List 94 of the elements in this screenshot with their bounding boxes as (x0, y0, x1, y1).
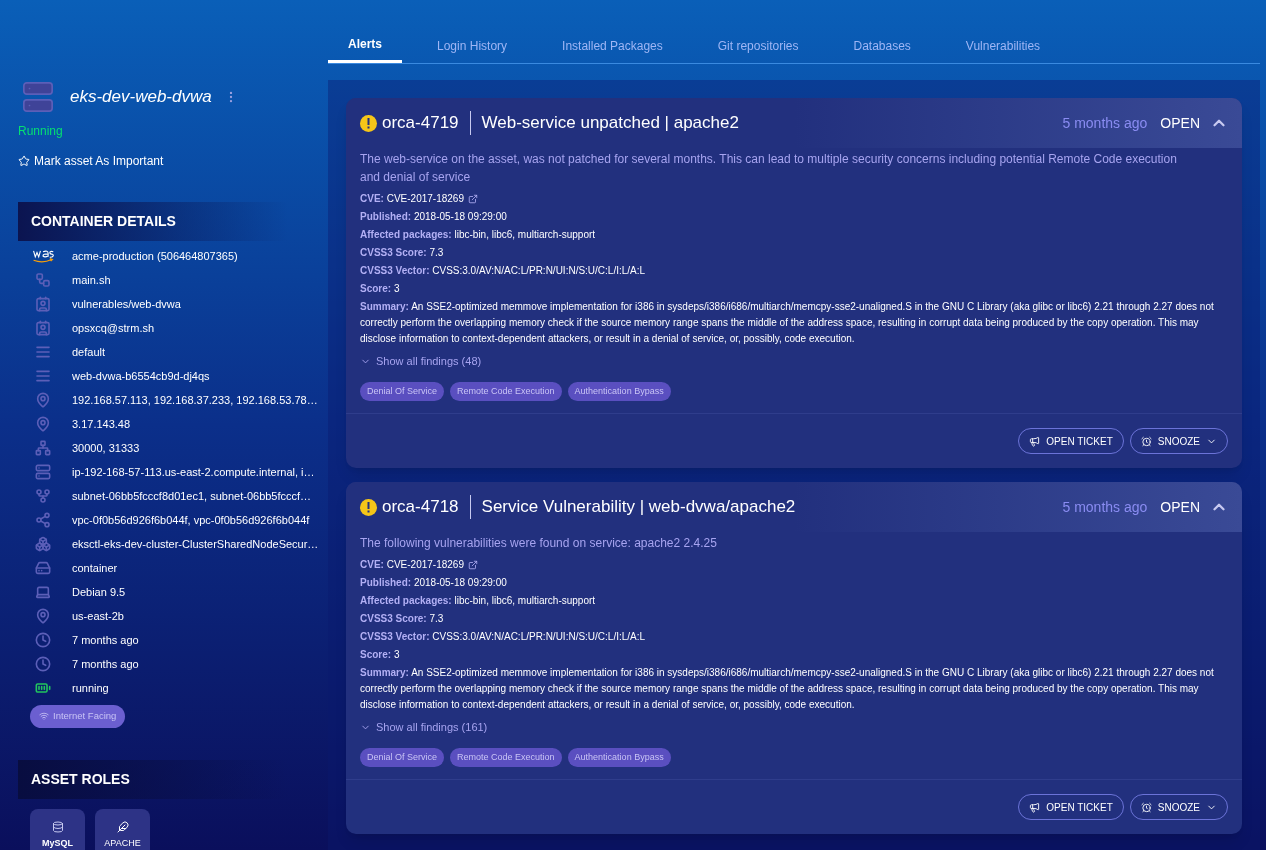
category-tag: Remote Code Execution (450, 381, 562, 401)
show-findings-button[interactable]: Show all findings (48) (360, 353, 482, 370)
alert-time: 5 months ago (1062, 113, 1148, 133)
mark-important-button[interactable]: Mark asset As Important (18, 152, 164, 170)
tab[interactable]: Alerts (328, 28, 402, 63)
tab[interactable]: Vulnerabilities (945, 28, 1061, 63)
database-icon (51, 821, 64, 834)
alert-field: Summary: An SSE2-optimized memmove implementation for i386 in sysdeps/i386/i686/multiarch/memcpy-sse2-unaligned.S in the GNU C Library (aka glibc or libc6) 2.21 through 2.27 does not correctly perform the overlapping memory check if the source memory range spans the middle of the address space, resulting in corrupt data being produced by the copy operation. This may disclose information to context-dependent attackers, or result in a denial of service, or, possibly, code execution. (360, 299, 1228, 347)
alert-field: CVSS3 Vector: CVSS:3.0/AV:N/AC:L/PR:N/UI:N/S:U/C:L/I:L/A:L (360, 629, 646, 645)
wifi-icon (39, 711, 49, 722)
external-link-icon[interactable] (467, 194, 478, 204)
boxes-icon (35, 536, 51, 553)
tab[interactable]: Git repositories (697, 28, 819, 63)
detail-value: opsxcq@strm.sh (72, 321, 155, 336)
megaphone-icon (1029, 435, 1041, 447)
warning-icon (360, 498, 377, 516)
alert-state: OPEN (1160, 113, 1200, 133)
internet-facing-tag: Internet Facing (30, 705, 126, 728)
workflow-icon (35, 272, 51, 289)
feather-icon (116, 821, 129, 834)
detail-value: container (72, 560, 118, 576)
map-pin-icon (35, 392, 51, 409)
alert-state: OPEN (1160, 497, 1200, 517)
contact-card-icon (35, 296, 51, 313)
tab[interactable]: Login History (417, 28, 528, 63)
category-tag: Authentication Bypass (567, 381, 671, 401)
detail-value: web-dvwa-b6554cb9d-dj4qs (72, 368, 210, 384)
clock-icon (35, 656, 51, 673)
detail-value: vpc-0f0b56d926f6b044f, vpc-0f0b56d926f6b044f (72, 512, 310, 528)
alert-field: CVSS3 Vector: CVSS:3.0/AV:N/AC:L/PR:N/UI:N/S:U/C:L/I:L/A:L (360, 263, 646, 279)
alert-field: CVSS3 Score: 7.3 (360, 611, 444, 627)
detail-value: vulnerables/web-dvwa (72, 297, 181, 312)
alert-field: CVE: CVE-2017-18269 (360, 557, 464, 573)
role-tile[interactable]: APACHE (95, 808, 150, 850)
alert-id: orca-4718 (382, 496, 459, 519)
detail-value: 7 months ago (72, 656, 139, 672)
detail-value: ip-192-168-57-113.us-east-2.compute.internal, i… (72, 464, 315, 480)
detail-value: 192.168.57.113, 192.168.37.233, 192.168.53.78… (72, 392, 318, 408)
show-findings-button[interactable]: Show all findings (161) (360, 719, 488, 736)
share-icon (35, 512, 51, 529)
server-icon (35, 464, 51, 481)
drive-icon (35, 560, 51, 577)
alert-title: Service Vulnerability | web-dvwa/apache2 (481, 496, 796, 519)
alert-field: Score: 3 (360, 647, 400, 663)
detail-value: 30000, 31333 (72, 440, 140, 456)
role-label: MySQL (42, 837, 73, 850)
branch-icon (35, 488, 51, 505)
star-icon (18, 155, 30, 167)
map-pin-icon (35, 416, 51, 433)
contact-card-icon (35, 320, 51, 337)
category-tag: Denial Of Service (360, 381, 445, 401)
detail-value: default (72, 345, 106, 360)
laptop-icon (35, 584, 51, 601)
detail-value: Debian 9.5 (72, 584, 126, 600)
detail-value: eksctl-eks-dev-cluster-ClusterSharedNodeSecur… (72, 536, 319, 552)
category-tag: Denial Of Service (360, 747, 445, 767)
asset-name: eks-dev-web-dvwa (70, 86, 212, 109)
network-icon (35, 440, 51, 457)
clock-icon (35, 632, 51, 649)
pin-icon (35, 608, 51, 625)
alert-field: Affected packages: libc-bin, libc6, multiarch-support (360, 227, 596, 243)
external-link-icon[interactable] (467, 560, 478, 570)
role-tile[interactable]: MySQL (30, 808, 85, 850)
alert-field: Score: 3 (360, 281, 400, 297)
alert-field: Affected packages: libc-bin, libc6, multiarch-support (360, 593, 596, 609)
category-tag: Authentication Bypass (567, 747, 671, 767)
alert-description: The web-service on the asset, was not patched for several months. This can lead to multiple security concerns including potential Remote Code execution and denial of service (360, 151, 1178, 186)
detail-value: 3.17.143.48 (72, 416, 131, 432)
tab[interactable]: Databases (833, 28, 931, 63)
category-tag: Remote Code Execution (450, 747, 562, 767)
detail-value: acme-production (506464807365) (72, 249, 238, 265)
alert-field: Summary: An SSE2-optimized memmove implementation for i386 in sysdeps/i386/i686/multiarch/memcpy-sse2-unaligned.S in the GNU C Library (aka glibc or libc6) 2.21 through 2.27 does not correctly perform the overlapping memory check if the source memory range spans the middle of the address space, resulting in corrupt data being produced by the copy operation. This may disclose information to context-dependent attackers, or result in a denial of service, or, possibly, code execution. (360, 665, 1228, 713)
alert-field: CVSS3 Score: 7.3 (360, 245, 444, 261)
clock-icon (1140, 435, 1152, 447)
detail-value: us-east-2b (72, 608, 124, 624)
asset-status: Running (18, 123, 64, 140)
warning-icon (360, 114, 377, 132)
alert-field: Published: 2018-05-18 09:29:00 (360, 575, 507, 591)
alert-id: orca-4719 (382, 112, 459, 135)
alert-title: Web-service unpatched | apache2 (481, 112, 739, 135)
alert-description: The following vulnerabilities were found on service: apache2 2.4.25 (360, 535, 718, 552)
alert-field: Published: 2018-05-18 09:29:00 (360, 209, 507, 225)
aws-logo-icon (31, 248, 55, 265)
clock-icon (1140, 801, 1152, 813)
detail-value: 7 months ago (72, 632, 139, 648)
megaphone-icon (1029, 801, 1041, 813)
detail-value: subnet-06bb5fcccf8d01ec1, subnet-06bb5fcccf… (72, 488, 312, 504)
alert-field: CVE: CVE-2017-18269 (360, 191, 464, 207)
detail-value: running (72, 680, 109, 696)
detail-value: main.sh (72, 273, 111, 289)
tab[interactable]: Installed Packages (542, 28, 683, 63)
battery-icon (35, 680, 51, 696)
role-label: APACHE (104, 837, 141, 850)
alert-time: 5 months ago (1062, 497, 1148, 517)
